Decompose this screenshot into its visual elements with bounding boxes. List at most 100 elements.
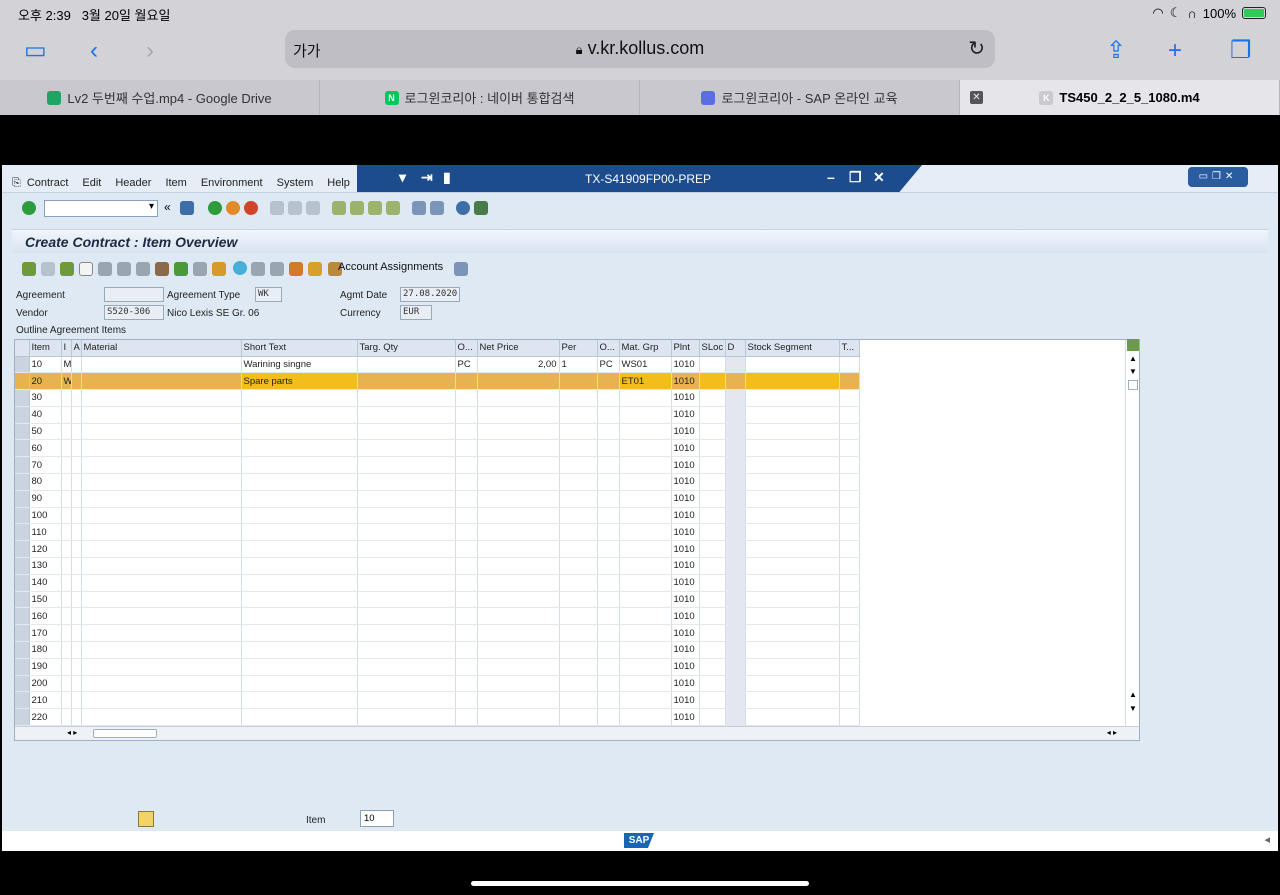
scroll-left-icon[interactable]: ◂ ▸ bbox=[67, 728, 77, 737]
table-cell[interactable] bbox=[559, 658, 598, 676]
table-cell[interactable] bbox=[477, 641, 560, 659]
address-bar[interactable]: 가가 🔒︎ v.kr.kollus.com ↻ bbox=[285, 30, 995, 68]
print-preview-icon[interactable] bbox=[193, 262, 207, 276]
row-selector[interactable] bbox=[15, 372, 30, 391]
table-cell[interactable] bbox=[61, 490, 72, 508]
table-cell[interactable]: 210 bbox=[29, 691, 62, 710]
table-cell[interactable] bbox=[839, 356, 860, 374]
browser-tab-3[interactable]: 로그윈코리아 - SAP 온라인 교육 bbox=[640, 80, 960, 115]
table-cell[interactable] bbox=[839, 372, 860, 391]
menu-contract[interactable]: Contract bbox=[27, 177, 69, 190]
table-row[interactable]: 80 1010 bbox=[15, 473, 860, 491]
table-cell[interactable]: 1010 bbox=[671, 574, 700, 592]
table-row[interactable]: 180 1010 bbox=[15, 641, 860, 659]
table-cell[interactable] bbox=[241, 490, 358, 508]
table-cell[interactable] bbox=[241, 574, 358, 592]
table-cell[interactable] bbox=[455, 372, 478, 391]
menu-header[interactable]: Header bbox=[115, 177, 151, 190]
table-cell[interactable] bbox=[559, 557, 598, 575]
table-cell[interactable] bbox=[699, 591, 726, 609]
table-cell[interactable] bbox=[619, 624, 672, 643]
table-cell[interactable] bbox=[477, 557, 560, 575]
table-cell[interactable] bbox=[61, 641, 72, 659]
table-cell[interactable] bbox=[455, 439, 478, 458]
agreement-type-field[interactable]: WK bbox=[255, 287, 282, 302]
table-cell[interactable] bbox=[477, 490, 560, 508]
vendor-field[interactable]: S520-306 bbox=[104, 305, 164, 320]
select-all-cell[interactable] bbox=[15, 340, 30, 357]
table-cell[interactable] bbox=[725, 574, 746, 592]
table-cell[interactable] bbox=[71, 423, 82, 441]
table-cell[interactable]: 1010 bbox=[671, 607, 700, 626]
table-cell[interactable]: 1010 bbox=[671, 473, 700, 491]
new-tab-icon[interactable]: + bbox=[1168, 37, 1182, 65]
table-cell[interactable] bbox=[559, 439, 598, 458]
table-cell[interactable] bbox=[619, 591, 672, 609]
sidebar-icon[interactable]: ▭ bbox=[24, 37, 47, 65]
table-cell[interactable] bbox=[619, 456, 672, 475]
table-cell[interactable] bbox=[455, 523, 478, 542]
status-toggle-icon[interactable]: ◂ bbox=[1264, 833, 1270, 846]
item-detail-icon[interactable] bbox=[41, 262, 55, 276]
table-cell[interactable] bbox=[477, 389, 560, 407]
table-cell[interactable] bbox=[597, 473, 620, 491]
table-cell[interactable] bbox=[71, 540, 82, 559]
table-cell[interactable] bbox=[597, 675, 620, 693]
table-cell[interactable] bbox=[357, 523, 456, 542]
table-cell[interactable] bbox=[241, 658, 358, 676]
table-row[interactable]: 110 1010 bbox=[15, 523, 860, 542]
table-cell[interactable] bbox=[559, 507, 598, 525]
table-cell[interactable]: M bbox=[61, 356, 72, 374]
share-icon[interactable]: ⇪ bbox=[1106, 37, 1126, 65]
table-cell[interactable]: 90 bbox=[29, 490, 62, 508]
table-cell[interactable] bbox=[619, 406, 672, 424]
table-cell[interactable]: 1010 bbox=[671, 406, 700, 424]
chart-icon[interactable] bbox=[308, 262, 322, 276]
table-cell[interactable] bbox=[559, 591, 598, 609]
browser-tab-2[interactable]: N 로그윈코리아 : 네이버 통합검색 bbox=[320, 80, 640, 115]
table-cell[interactable]: 1010 bbox=[671, 456, 700, 475]
table-cell[interactable] bbox=[725, 658, 746, 676]
table-cell[interactable] bbox=[725, 439, 746, 458]
table-cell[interactable]: 1 bbox=[559, 356, 598, 374]
table-cell[interactable] bbox=[725, 607, 746, 626]
table-cell[interactable] bbox=[725, 490, 746, 508]
table-cell[interactable] bbox=[81, 675, 242, 693]
table-cell[interactable] bbox=[71, 708, 82, 727]
table-cell[interactable]: 100 bbox=[29, 507, 62, 525]
table-cell[interactable] bbox=[61, 389, 72, 407]
table-cell[interactable] bbox=[699, 490, 726, 508]
menu-item[interactable]: Item bbox=[165, 177, 186, 190]
table-cell[interactable] bbox=[839, 574, 860, 592]
table-row[interactable]: 10 M Warining singne PC 2,00 1 PC WS01 1010 bbox=[15, 356, 860, 374]
table-cell[interactable] bbox=[61, 540, 72, 559]
table-cell[interactable] bbox=[597, 691, 620, 710]
table-cell[interactable] bbox=[81, 389, 242, 407]
table-cell[interactable] bbox=[357, 675, 456, 693]
table-cell[interactable] bbox=[699, 675, 726, 693]
table-cell[interactable] bbox=[455, 574, 478, 592]
row-selector[interactable] bbox=[15, 708, 30, 727]
row-selector[interactable] bbox=[15, 607, 30, 626]
browser-tab-1[interactable]: Lv2 두번째 수업.mp4 - Google Drive bbox=[0, 80, 320, 115]
table-cell[interactable]: 1010 bbox=[671, 675, 700, 693]
table-cell[interactable] bbox=[71, 641, 82, 659]
table-row[interactable]: 90 1010 bbox=[15, 490, 860, 508]
table-cell[interactable] bbox=[745, 607, 840, 626]
table-cell[interactable] bbox=[357, 456, 456, 475]
table-cell[interactable] bbox=[745, 456, 840, 475]
table-cell[interactable]: Warining singne bbox=[241, 356, 358, 374]
table-cell[interactable] bbox=[725, 406, 746, 424]
table-cell[interactable] bbox=[61, 523, 72, 542]
table-cell[interactable] bbox=[745, 490, 840, 508]
table-row[interactable]: 30 1010 bbox=[15, 389, 860, 407]
table-cell[interactable] bbox=[61, 607, 72, 626]
table-cell[interactable] bbox=[61, 423, 72, 441]
table-cell[interactable] bbox=[839, 624, 860, 643]
table-row[interactable]: 120 1010 bbox=[15, 540, 860, 559]
url-text[interactable]: 🔒︎ v.kr.kollus.com bbox=[285, 38, 995, 59]
table-cell[interactable] bbox=[81, 658, 242, 676]
table-cell[interactable] bbox=[559, 406, 598, 424]
table-cell[interactable] bbox=[61, 557, 72, 575]
help-icon[interactable] bbox=[456, 201, 470, 215]
